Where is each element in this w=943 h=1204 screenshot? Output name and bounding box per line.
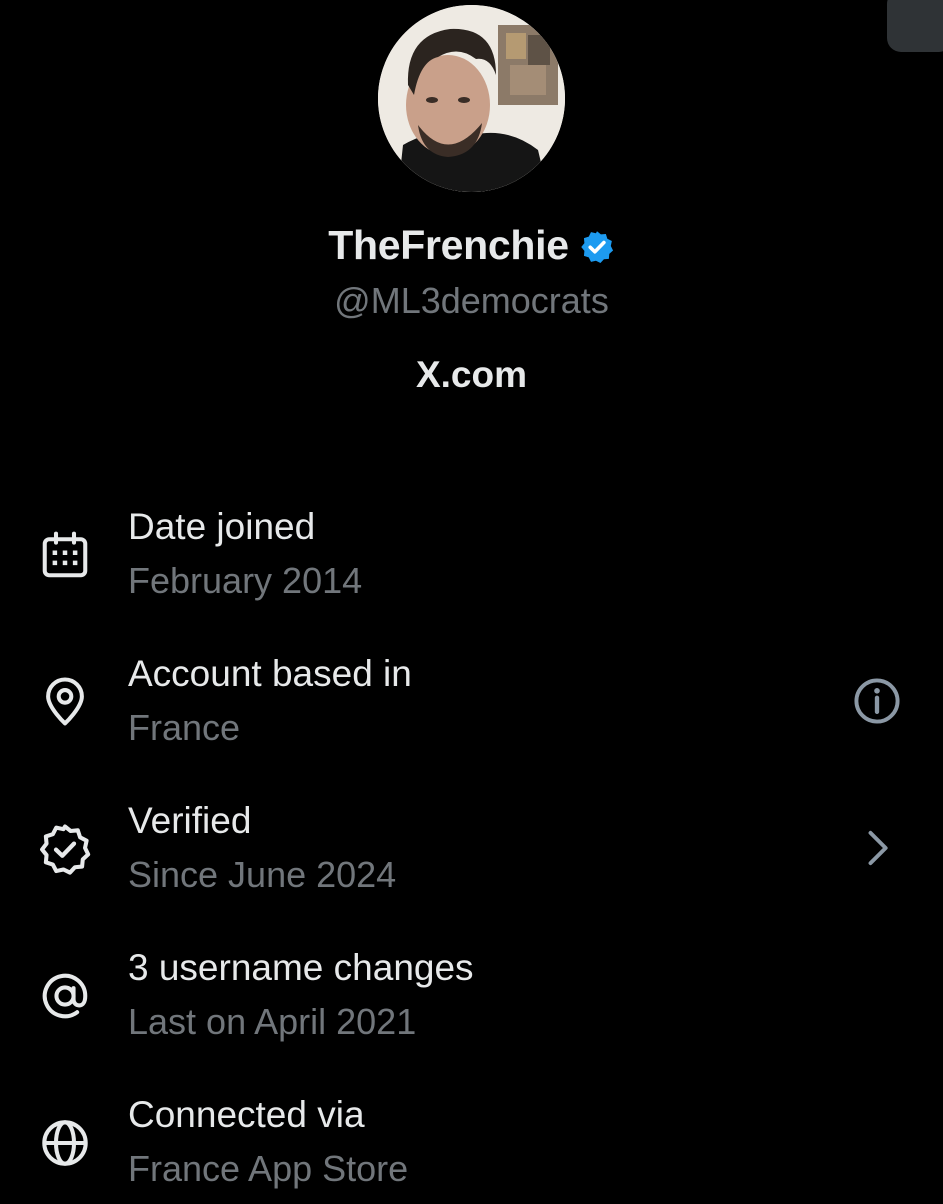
about-row-date-joined: Date joined February 2014 [0,506,943,616]
about-row-connected-via: Connected via France App Store [0,1094,943,1204]
profile-website-link[interactable]: X.com [0,354,943,396]
info-icon[interactable] [851,675,903,727]
about-row-title: Date joined [128,506,316,547]
profile-handle: @ML3democrats [334,280,609,321]
at-sign-icon [42,973,88,1019]
about-row-verified[interactable]: Verified Since June 2024 [0,800,943,910]
about-row-title: Connected via [128,1094,365,1135]
profile-name-text: TheFrenchie [328,222,569,268]
about-row-subtitle: France App Store [128,1148,409,1189]
about-row-username-changes: 3 username changes Last on April 2021 [0,947,943,1057]
about-row-title: Verified [128,800,252,841]
profile-name: TheFrenchie [0,222,943,269]
verified-shield-icon [40,824,91,875]
location-pin-icon [46,677,84,726]
about-row-account-based-in: Account based in France [0,653,943,763]
globe-icon [42,1120,88,1166]
verified-badge-icon [579,228,615,264]
top-right-tab[interactable] [887,0,943,52]
calendar-icon [42,531,88,578]
chevron-right-icon[interactable] [851,822,903,874]
about-row-subtitle: France [128,707,241,748]
about-row-title: 3 username changes [128,947,474,988]
avatar [378,5,565,192]
about-row-subtitle: Since June 2024 [128,854,397,895]
about-row-subtitle: February 2014 [128,560,363,601]
avatar-photo [378,5,565,192]
about-row-title: Account based in [128,653,412,694]
about-row-subtitle: Last on April 2021 [128,1001,417,1042]
